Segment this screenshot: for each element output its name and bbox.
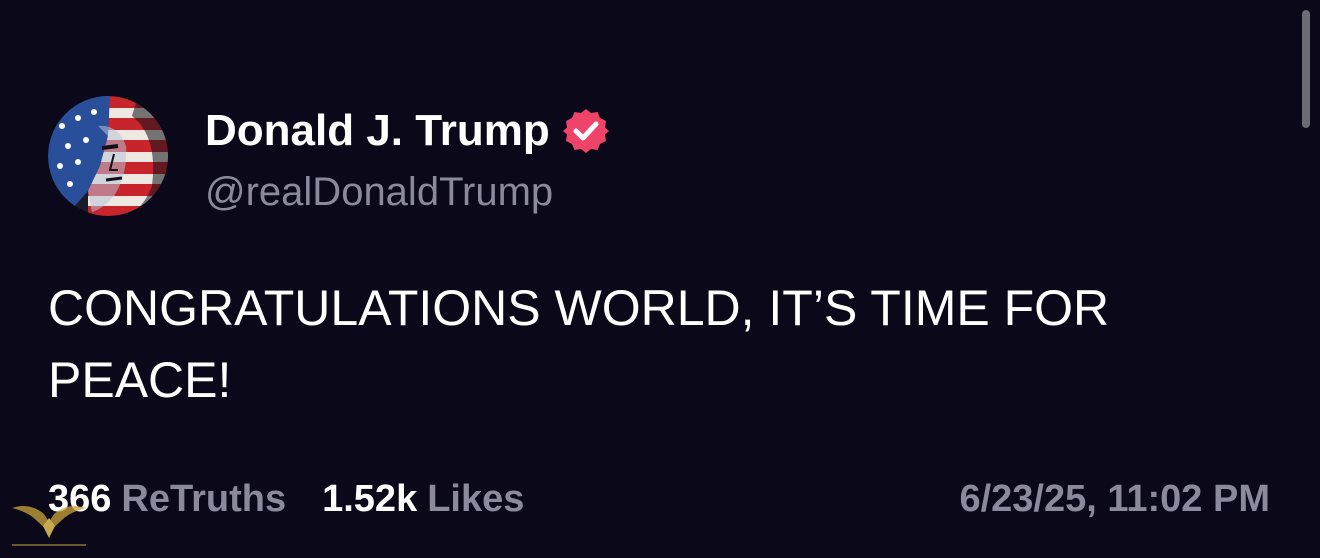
retruths-label[interactable]: ReTruths [121,478,286,521]
avatar[interactable] [48,96,168,216]
author-name-row: Donald J. Trump [205,106,610,156]
display-name[interactable]: Donald J. Trump [205,106,550,156]
verified-badge-icon [562,107,610,155]
likes-label[interactable]: Likes [427,478,524,521]
post-text: CONGRATULATIONS WORLD, IT’S TIME FOR PEA… [48,280,1110,408]
avatar-portrait-flag-icon [48,96,168,216]
watermark-logo [6,488,92,554]
likes-count[interactable]: 1.52k [322,478,417,521]
author-handle[interactable]: @realDonaldTrump [205,170,553,215]
truth-post: Donald J. Trump @realDonaldTrump CONGRAT… [0,0,1320,558]
post-stats: 366 ReTruths 1.52k Likes [48,478,524,521]
post-timestamp[interactable]: 6/23/25, 11:02 PM [959,478,1270,521]
scrollbar-thumb[interactable] [1302,10,1310,128]
